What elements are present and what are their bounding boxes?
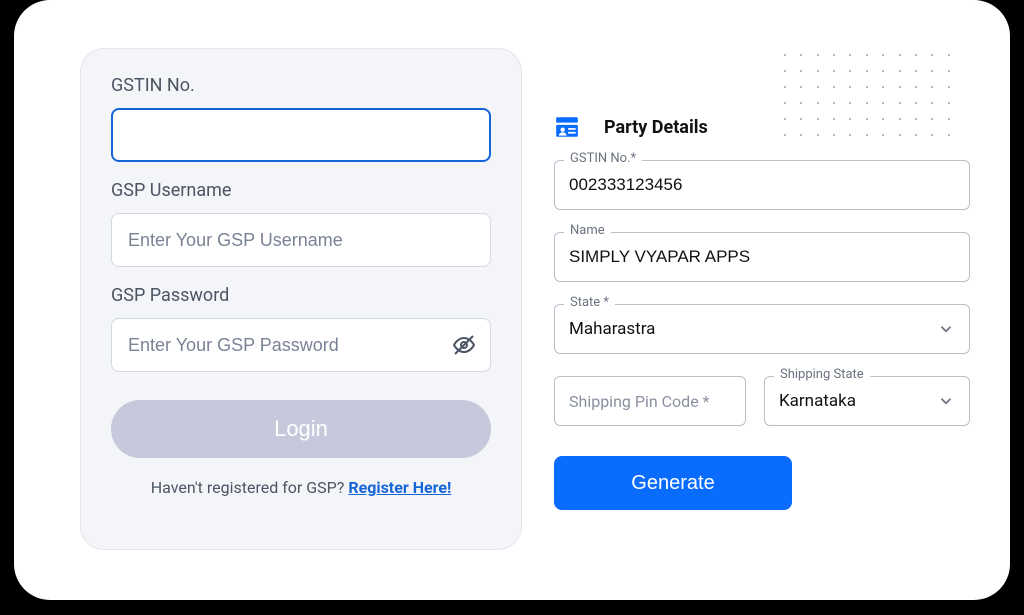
party-name-input[interactable] — [554, 232, 970, 282]
shipping-pin-field: Shipping Pin Code * — [554, 376, 746, 426]
gsp-username-input[interactable] — [111, 213, 491, 267]
shipping-pin-placeholder: Shipping Pin Code * — [569, 392, 710, 411]
party-state-label: State * — [564, 295, 615, 310]
party-state-value: Maharastra — [569, 319, 655, 339]
gsp-username-label: GSP Username — [111, 180, 491, 201]
party-details-icon — [554, 114, 580, 140]
party-details-title: Party Details — [604, 117, 708, 138]
gstin-input[interactable] — [111, 108, 491, 162]
chevron-down-icon — [937, 392, 955, 410]
shipping-state-value: Karnataka — [779, 391, 856, 411]
gstin-label: GSTIN No. — [111, 75, 491, 96]
generate-button[interactable]: Generate — [554, 456, 792, 510]
shipping-state-select[interactable]: Karnataka — [764, 376, 970, 426]
party-gstin-label: GSTIN No.* — [564, 151, 642, 166]
login-card: GSTIN No. GSP Username GSP Password Logi… — [80, 48, 522, 550]
party-gstin-field: GSTIN No.* — [554, 160, 970, 210]
party-state-field: State * Maharastra — [554, 304, 970, 354]
party-name-label: Name — [564, 223, 611, 238]
party-name-field: Name — [554, 232, 970, 282]
party-gstin-input[interactable] — [554, 160, 970, 210]
register-prompt-text: Haven't registered for GSP? — [151, 478, 349, 497]
shipping-state-label: Shipping State — [774, 367, 870, 382]
party-state-select[interactable]: Maharastra — [554, 304, 970, 354]
gsp-password-input[interactable] — [111, 318, 491, 372]
register-prompt: Haven't registered for GSP? Register Her… — [111, 478, 491, 497]
party-details-panel: Party Details GSTIN No.* Name State * Ma… — [554, 114, 970, 510]
register-link[interactable]: Register Here! — [348, 478, 451, 497]
shipping-pin-input[interactable]: Shipping Pin Code * — [554, 376, 746, 426]
gsp-password-label: GSP Password — [111, 285, 491, 306]
password-visibility-toggle-icon[interactable] — [451, 332, 477, 358]
shipping-state-field: Shipping State Karnataka — [764, 376, 970, 426]
app-frame: GSTIN No. GSP Username GSP Password Logi… — [14, 0, 1010, 600]
login-button[interactable]: Login — [111, 400, 491, 458]
chevron-down-icon — [937, 320, 955, 338]
